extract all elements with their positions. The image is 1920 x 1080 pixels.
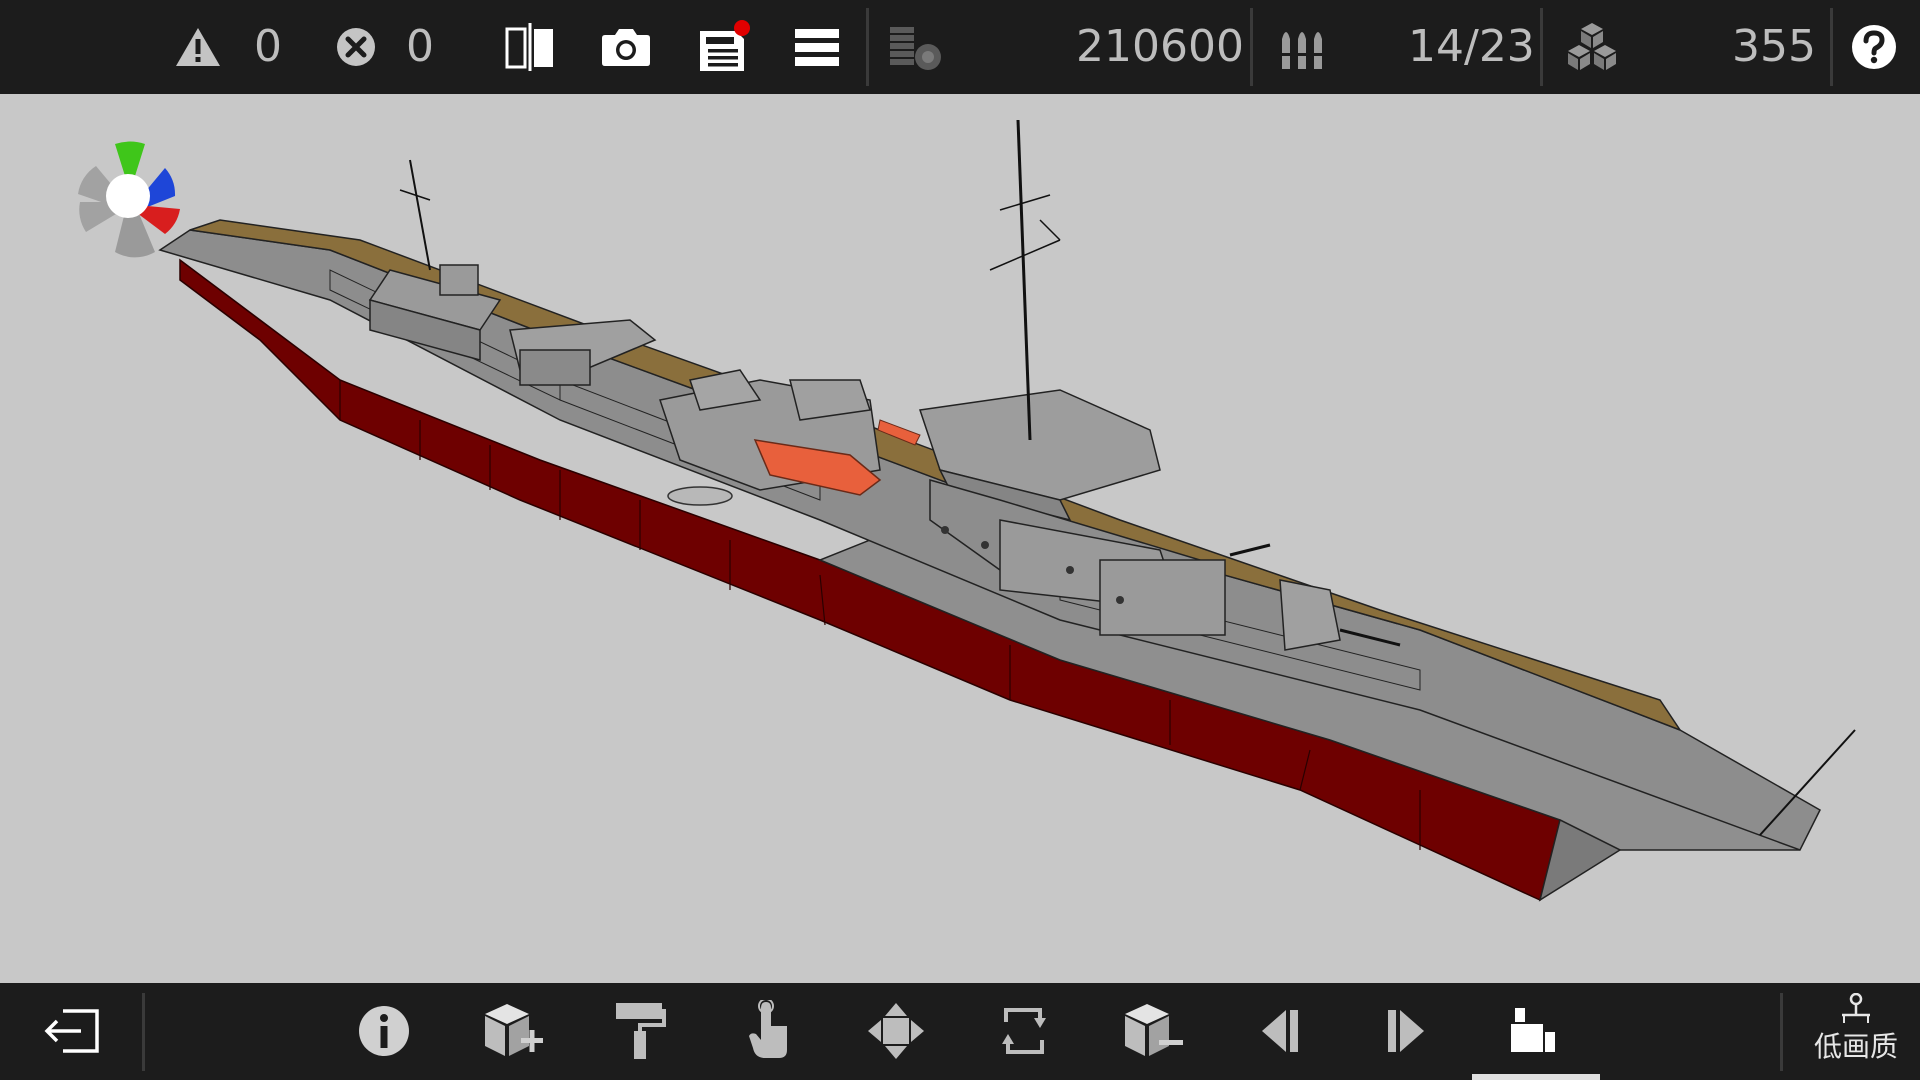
mirror-icon[interactable] [502,18,558,76]
toolbar-divider [1540,8,1543,86]
parts-count: 355 [1732,21,1816,72]
remove-block-icon[interactable] [1112,995,1192,1067]
paint-roller-icon[interactable] [600,995,680,1067]
camera-icon[interactable] [598,18,654,76]
toolbar-divider [1250,8,1253,86]
toolbar-divider [1830,8,1833,86]
menu-icon[interactable] [794,18,840,76]
toolbar-divider [866,8,869,86]
bottom-toolbar: 低画质 [0,983,1920,1080]
rotate-icon[interactable] [984,995,1064,1067]
info-icon[interactable] [344,995,424,1067]
coins-icon[interactable] [886,18,946,76]
parts-icon[interactable] [1564,18,1620,76]
quality-toggle-label[interactable]: 低画质 [1808,1025,1904,1065]
ammo-icon[interactable] [1276,18,1332,76]
top-toolbar: 0 0 210600 14/23 355 [0,0,1920,94]
ammo-value: 14/23 [1408,21,1535,72]
factory-icon[interactable] [1494,995,1574,1067]
next-icon[interactable] [1366,995,1446,1067]
build-viewport[interactable] [0,94,1920,983]
exit-icon[interactable] [32,995,112,1067]
warning-icon[interactable] [172,18,224,76]
add-block-icon[interactable] [472,995,552,1067]
error-icon[interactable] [332,18,380,76]
ship-model[interactable] [0,94,1920,983]
toolbar-divider [1780,993,1783,1071]
toolbar-divider [142,993,145,1071]
orientation-gizmo-icon[interactable] [60,134,200,274]
error-count: 0 [406,21,434,72]
previous-icon[interactable] [1240,995,1320,1067]
hand-pointer-icon[interactable] [730,995,810,1067]
save-icon[interactable] [696,18,752,76]
move-icon[interactable] [856,995,936,1067]
help-icon[interactable] [1848,18,1900,76]
active-tab-indicator [1472,1074,1600,1080]
warning-count: 0 [254,21,282,72]
quality-icon[interactable] [1836,992,1876,1025]
cost-value: 210600 [1076,21,1244,72]
